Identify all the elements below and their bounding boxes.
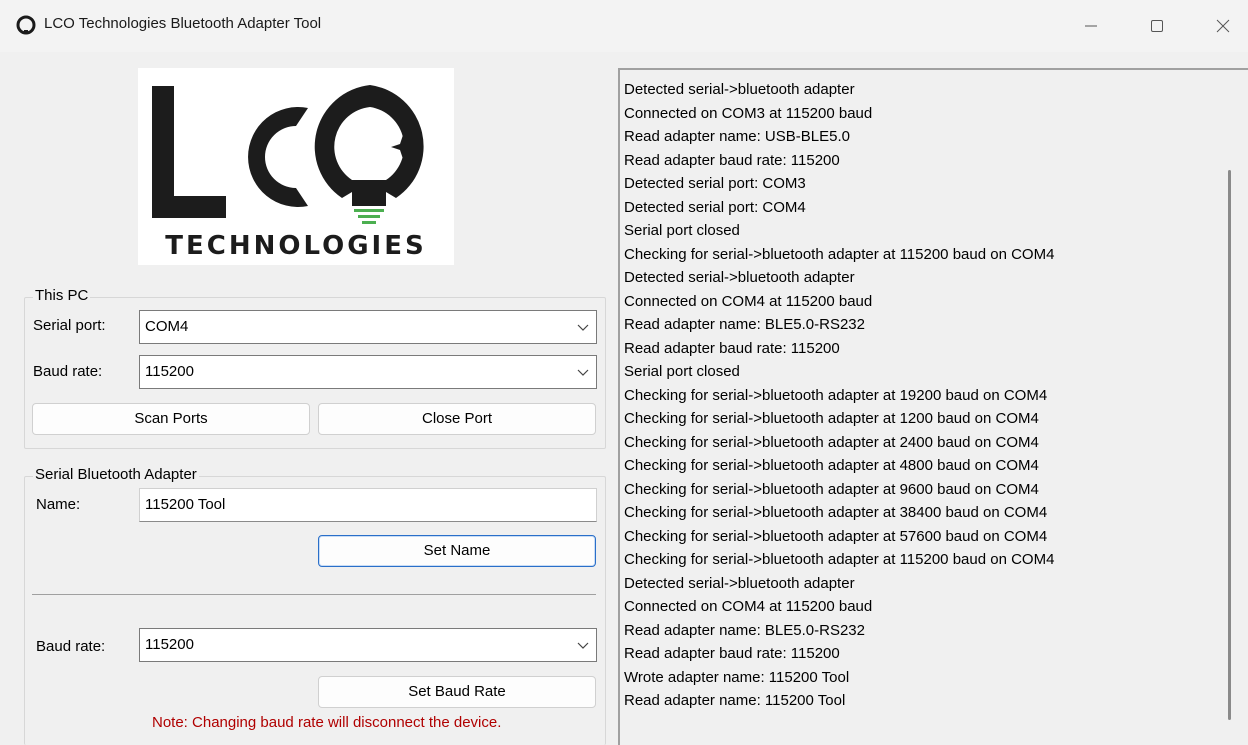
log-line: Read adapter baud rate: 115200 <box>624 151 840 169</box>
scan-ports-button[interactable]: Scan Ports <box>32 403 310 435</box>
adapter-name-input[interactable]: 115200 Tool <box>139 488 597 522</box>
log-line: Detected serial->bluetooth adapter <box>624 81 855 98</box>
serial-port-value: COM4 <box>145 318 189 335</box>
chevron-down-icon <box>577 369 589 376</box>
log-output[interactable]: Detected serial->bluetooth adapter Connec… <box>618 68 1248 745</box>
log-line: Checking for serial->bluetooth adapter a… <box>624 457 1039 474</box>
log-line: Checking for serial->bluetooth adapter a… <box>624 504 1048 521</box>
log-scrollbar[interactable] <box>1228 170 1231 720</box>
log-line: Checking for serial->bluetooth adapter a… <box>624 527 1048 545</box>
logo-subtitle: TECHNOLOGIES <box>165 231 426 261</box>
log-line: Read adapter baud rate: 115200 <box>624 339 840 357</box>
log-lines: Detected serial->bluetooth adapter Connec… <box>624 78 1054 713</box>
log-line: Detected serial->bluetooth adapter <box>624 574 855 592</box>
minimize-button[interactable] <box>1068 8 1114 44</box>
log-line: Read adapter baud rate: 115200 <box>624 645 840 662</box>
log-line: Read adapter name: 115200 Tool <box>624 692 846 709</box>
baud-change-warning: Note: Changing baud rate will disconnect… <box>152 714 502 731</box>
serial-port-select[interactable]: COM4 <box>139 310 597 344</box>
minimize-icon <box>1085 25 1097 27</box>
log-line: Checking for serial->bluetooth adapter a… <box>624 245 1055 263</box>
section-divider <box>32 594 596 595</box>
log-line: Detected serial port: COM4 <box>624 198 806 216</box>
company-logo: TECHNOLOGIES <box>138 68 454 265</box>
baud-rate-select[interactable]: 115200 <box>139 355 597 389</box>
adapter-baud-rate-select[interactable]: 115200 <box>139 628 597 662</box>
log-line: Checking for serial->bluetooth adapter a… <box>624 433 1039 451</box>
log-line: Checking for serial->bluetooth adapter a… <box>624 551 1055 568</box>
log-line: Checking for serial->bluetooth adapter a… <box>624 480 1039 498</box>
log-line: Connected on COM3 at 115200 baud <box>624 104 873 122</box>
close-icon <box>1216 19 1230 33</box>
close-window-button[interactable] <box>1200 8 1246 44</box>
set-baud-rate-button[interactable]: Set Baud Rate <box>318 676 596 708</box>
log-line: Connected on COM4 at 115200 baud <box>624 598 873 615</box>
log-line: Wrote adapter name: 115200 Tool <box>624 668 850 686</box>
baud-rate-value: 115200 <box>145 363 194 380</box>
maximize-button[interactable] <box>1134 8 1180 44</box>
title-bar: LCO Technologies Bluetooth Adapter Tool <box>0 0 1248 52</box>
adapter-baud-rate-value: 115200 <box>145 636 194 653</box>
window-title: LCO Technologies Bluetooth Adapter Tool <box>44 15 322 32</box>
set-name-button[interactable]: Set Name <box>318 535 596 567</box>
serial-port-label: Serial port: <box>33 317 106 334</box>
adapter-name-label: Name: <box>36 496 81 513</box>
close-port-button[interactable]: Close Port <box>318 403 596 435</box>
app-icon <box>16 15 36 35</box>
baud-rate-label: Baud rate: <box>33 363 103 380</box>
maximize-icon <box>1151 20 1163 32</box>
this-pc-group-title: This PC <box>33 287 91 304</box>
log-line: Detected serial port: COM3 <box>624 175 806 192</box>
log-line: Read adapter name: BLE5.0-RS232 <box>624 316 865 333</box>
adapter-group-title: Serial Bluetooth Adapter <box>33 466 199 483</box>
log-line: Read adapter name: USB-BLE5.0 <box>624 128 850 145</box>
log-line: Serial port closed <box>624 222 740 239</box>
log-line: Connected on COM4 at 115200 baud <box>624 292 873 310</box>
log-line: Checking for serial->bluetooth adapter a… <box>624 386 1048 404</box>
chevron-down-icon <box>577 324 589 331</box>
chevron-down-icon <box>577 642 589 649</box>
log-line: Serial port closed <box>624 363 740 380</box>
log-line: Detected serial->bluetooth adapter <box>624 269 855 286</box>
adapter-baud-rate-label: Baud rate: <box>36 638 106 655</box>
log-line: Read adapter name: BLE5.0-RS232 <box>624 621 865 639</box>
log-line: Checking for serial->bluetooth adapter a… <box>624 410 1039 427</box>
